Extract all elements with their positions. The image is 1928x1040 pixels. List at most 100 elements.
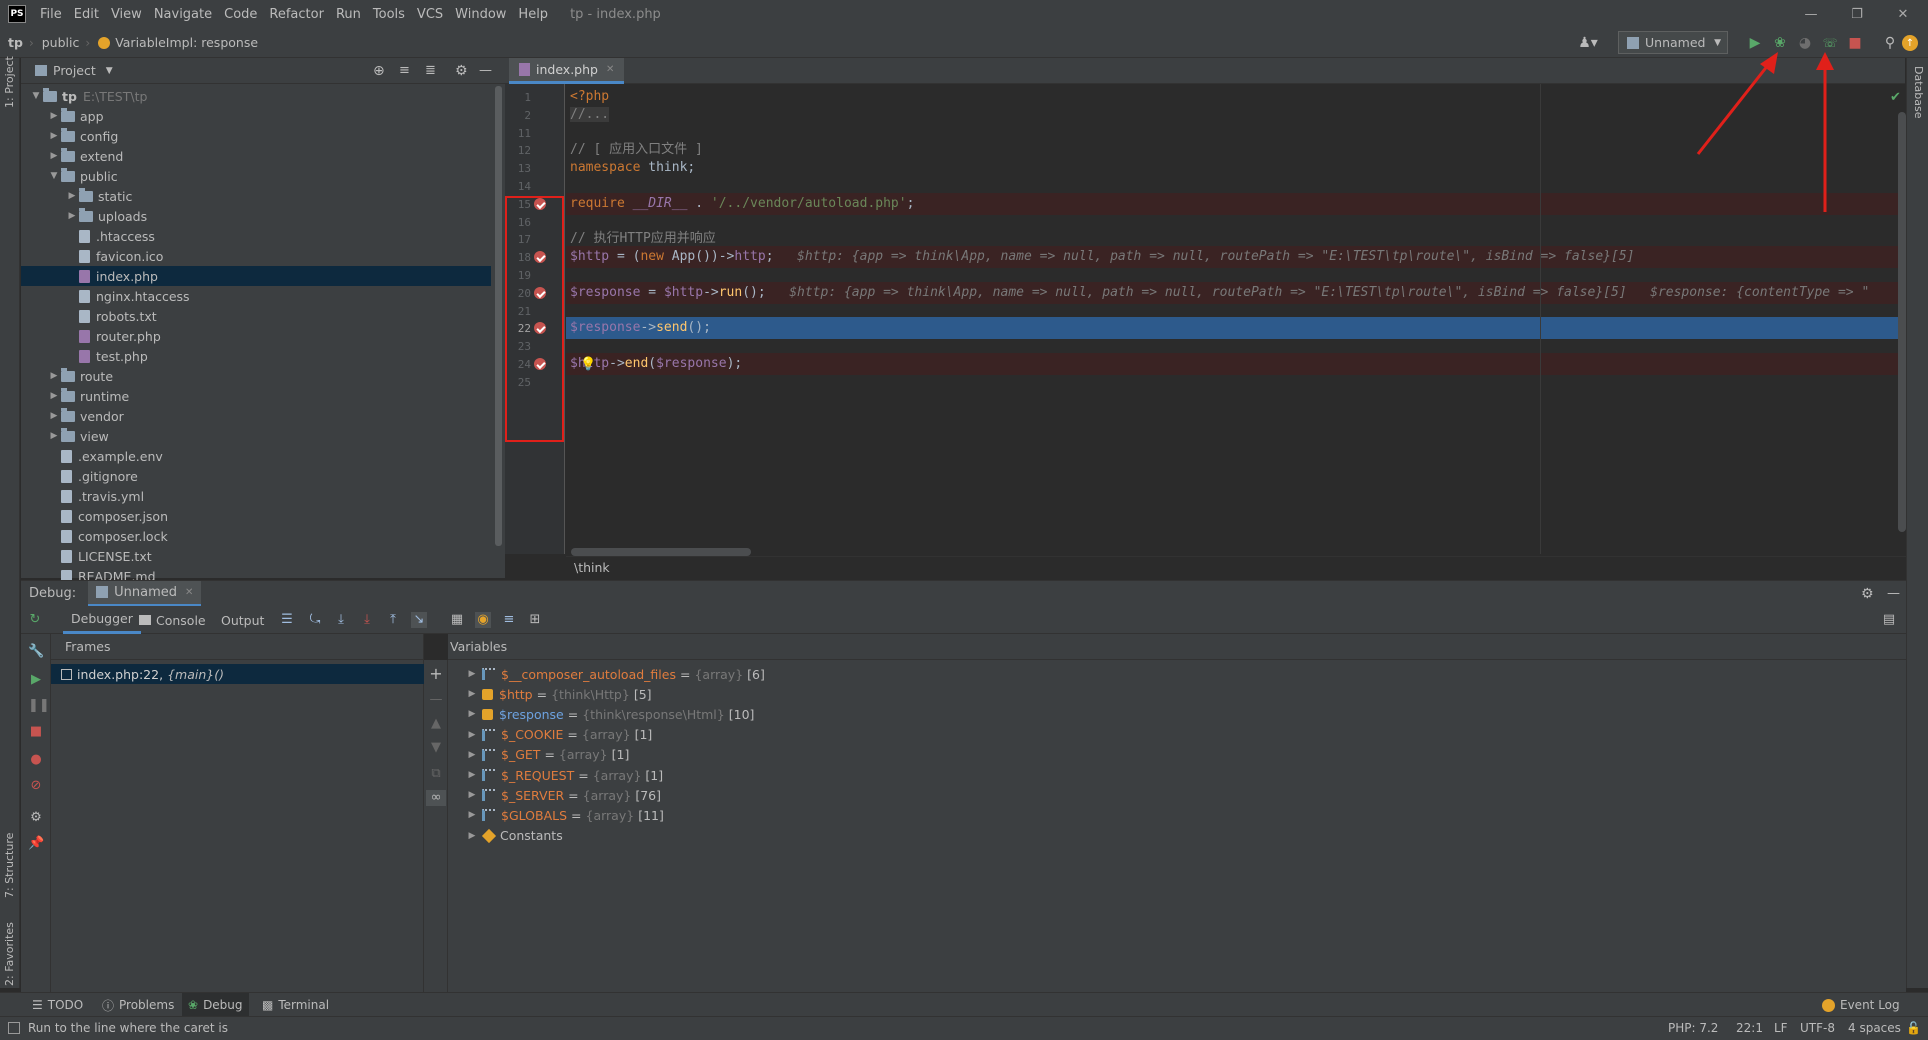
step-out-icon[interactable]: ⤒ [385, 612, 401, 628]
tree-item[interactable]: ▶ static [21, 186, 491, 206]
intention-bulb-icon[interactable]: 💡 [580, 357, 596, 372]
remove-watch-icon[interactable]: — [428, 692, 444, 708]
editor-vertical-scrollbar[interactable] [1898, 112, 1906, 532]
show-execution-point-icon[interactable]: ☰ [279, 612, 295, 628]
variable-row[interactable]: ▶ $_COOKIE = {array} [1] [464, 725, 653, 745]
expand-all-icon[interactable]: ≡ [399, 63, 410, 78]
stop-icon[interactable]: ■ [1845, 33, 1865, 53]
close-tab-icon[interactable]: ✕ [606, 64, 614, 75]
indent-setting[interactable]: 4 spaces [1848, 1021, 1901, 1035]
gear-icon[interactable]: ⚙ [1861, 586, 1874, 602]
menu-navigate[interactable]: Navigate [148, 7, 218, 22]
chevron-down-icon[interactable]: ▼ [106, 66, 113, 76]
tree-item[interactable]: ▼ tp E:\TEST\tp [21, 86, 491, 106]
menu-view[interactable]: View [105, 7, 148, 22]
chevron-right-icon[interactable]: ▶ [464, 770, 480, 780]
watches-icon[interactable]: ◉ [475, 612, 491, 628]
tab-index-php[interactable]: index.php ✕ [509, 58, 625, 84]
chevron-right-icon[interactable]: ▶ [464, 709, 480, 719]
tree-item[interactable]: .travis.yml [21, 486, 491, 506]
file-encoding[interactable]: UTF-8 [1800, 1021, 1835, 1035]
tree-item[interactable]: router.php [21, 326, 491, 346]
tree-item[interactable]: ▼ public [21, 166, 491, 186]
layout-settings-icon[interactable]: ▤ [1881, 612, 1897, 628]
user-icon[interactable]: ♟▾ [1578, 33, 1598, 53]
variable-row[interactable]: ▶ $_REQUEST = {array} [1] [464, 765, 664, 785]
editor-horizontal-scrollbar[interactable] [571, 548, 751, 556]
run-to-cursor-icon[interactable]: ↘ [411, 612, 427, 628]
tree-item[interactable]: .gitignore [21, 466, 491, 486]
tree-item[interactable]: nginx.htaccess [21, 286, 491, 306]
variable-row[interactable]: ▶ $_GET = {array} [1] [464, 745, 630, 765]
locate-file-icon[interactable]: ⊕ [373, 63, 385, 79]
tree-item[interactable]: ▶ vendor [21, 406, 491, 426]
variable-row[interactable]: ▶ $http = {think\Http} [5] [464, 684, 652, 704]
menu-tools[interactable]: Tools [367, 7, 411, 22]
hide-panel-icon[interactable]: — [479, 63, 492, 78]
inspection-ok-icon[interactable]: ✔ [1890, 90, 1901, 105]
frames-list-icon[interactable]: ≡ [501, 612, 517, 628]
variable-row[interactable]: ▶ $GLOBALS = {array} [11] [464, 805, 664, 825]
chevron-right-icon[interactable]: ▶ [47, 371, 61, 381]
hide-panel-icon[interactable]: — [1887, 586, 1900, 601]
editor-breadcrumb[interactable]: \think [566, 556, 1906, 578]
tree-item[interactable]: .example.env [21, 446, 491, 466]
tool-windows-toggle-icon[interactable] [8, 1022, 20, 1034]
tab-debugger[interactable]: Debugger [63, 606, 141, 634]
project-tool-tab[interactable]: 1: Project [3, 56, 16, 108]
line-separator[interactable]: LF [1774, 1021, 1788, 1035]
menu-file[interactable]: File [34, 7, 68, 22]
tab-console[interactable]: Console [139, 606, 206, 634]
copy-icon[interactable]: ⧉ [428, 766, 444, 782]
glasses-icon[interactable]: ∞ [426, 790, 446, 806]
tree-item[interactable]: ▶ config [21, 126, 491, 146]
breadcrumb-project[interactable]: tp [0, 35, 29, 50]
database-tool-tab[interactable]: Database [1912, 66, 1925, 119]
debug-session-tab[interactable]: Unnamed ✕ [88, 580, 202, 607]
stop-icon[interactable]: ■ [28, 724, 44, 740]
pause-icon[interactable]: ❚❚ [28, 698, 50, 714]
chevron-down-icon[interactable]: ▼ [47, 171, 61, 181]
restore-layout-icon[interactable]: ⊞ [527, 612, 543, 628]
listen-debug-connections-icon[interactable]: ☏ [1820, 33, 1840, 53]
menu-vcs[interactable]: VCS [411, 7, 449, 22]
lock-icon[interactable]: 🔓 [1906, 1021, 1921, 1035]
chevron-right-icon[interactable]: ▶ [65, 191, 79, 201]
tree-item[interactable]: favicon.ico [21, 246, 491, 266]
close-icon[interactable]: ✕ [1880, 0, 1926, 28]
tree-item[interactable]: ▶ runtime [21, 386, 491, 406]
chevron-right-icon[interactable]: ▶ [65, 211, 79, 221]
menu-help[interactable]: Help [512, 7, 554, 22]
menu-refactor[interactable]: Refactor [263, 7, 330, 22]
code-line[interactable] [566, 371, 1906, 393]
move-up-icon[interactable]: ▲ [428, 716, 444, 732]
tree-item[interactable]: ▶ app [21, 106, 491, 126]
tab-terminal[interactable]: ▩ Terminal [262, 993, 329, 1017]
php-version[interactable]: PHP: 7.2 [1668, 1021, 1718, 1035]
variable-row[interactable]: ▶ $_SERVER = {array} [76] [464, 785, 661, 805]
minimize-icon[interactable]: — [1788, 0, 1834, 28]
frame-item[interactable]: index.php:22, {main}() [51, 664, 424, 684]
close-session-icon[interactable]: ✕ [185, 587, 193, 598]
chevron-right-icon[interactable]: ▶ [47, 151, 61, 161]
chevron-right-icon[interactable]: ▶ [47, 111, 61, 121]
gear-icon[interactable]: ⚙ [455, 63, 468, 79]
mute-breakpoints-icon[interactable]: ⊘ [28, 778, 44, 794]
coverage-icon[interactable]: ◕ [1795, 33, 1815, 53]
tree-item[interactable]: composer.lock [21, 526, 491, 546]
chevron-right-icon[interactable]: ▶ [47, 431, 61, 441]
chevron-right-icon[interactable]: ▶ [464, 750, 480, 760]
collapse-all-icon[interactable]: ≣ [425, 63, 436, 78]
chevron-right-icon[interactable]: ▶ [47, 391, 61, 401]
tree-item[interactable]: index.php [21, 266, 491, 286]
chevron-right-icon[interactable]: ▶ [464, 689, 480, 699]
tree-item[interactable]: ▶ extend [21, 146, 491, 166]
add-watch-icon[interactable]: + [428, 666, 444, 682]
menu-window[interactable]: Window [449, 7, 512, 22]
step-into-icon[interactable]: ⤓ [333, 612, 349, 628]
tree-item[interactable]: ▶ view [21, 426, 491, 446]
chevron-right-icon[interactable]: ▶ [464, 730, 480, 740]
menu-run[interactable]: Run [330, 7, 367, 22]
rerun-icon[interactable]: ↻ [27, 612, 43, 628]
breadcrumb-context[interactable]: VariableImpl: response [90, 35, 264, 50]
